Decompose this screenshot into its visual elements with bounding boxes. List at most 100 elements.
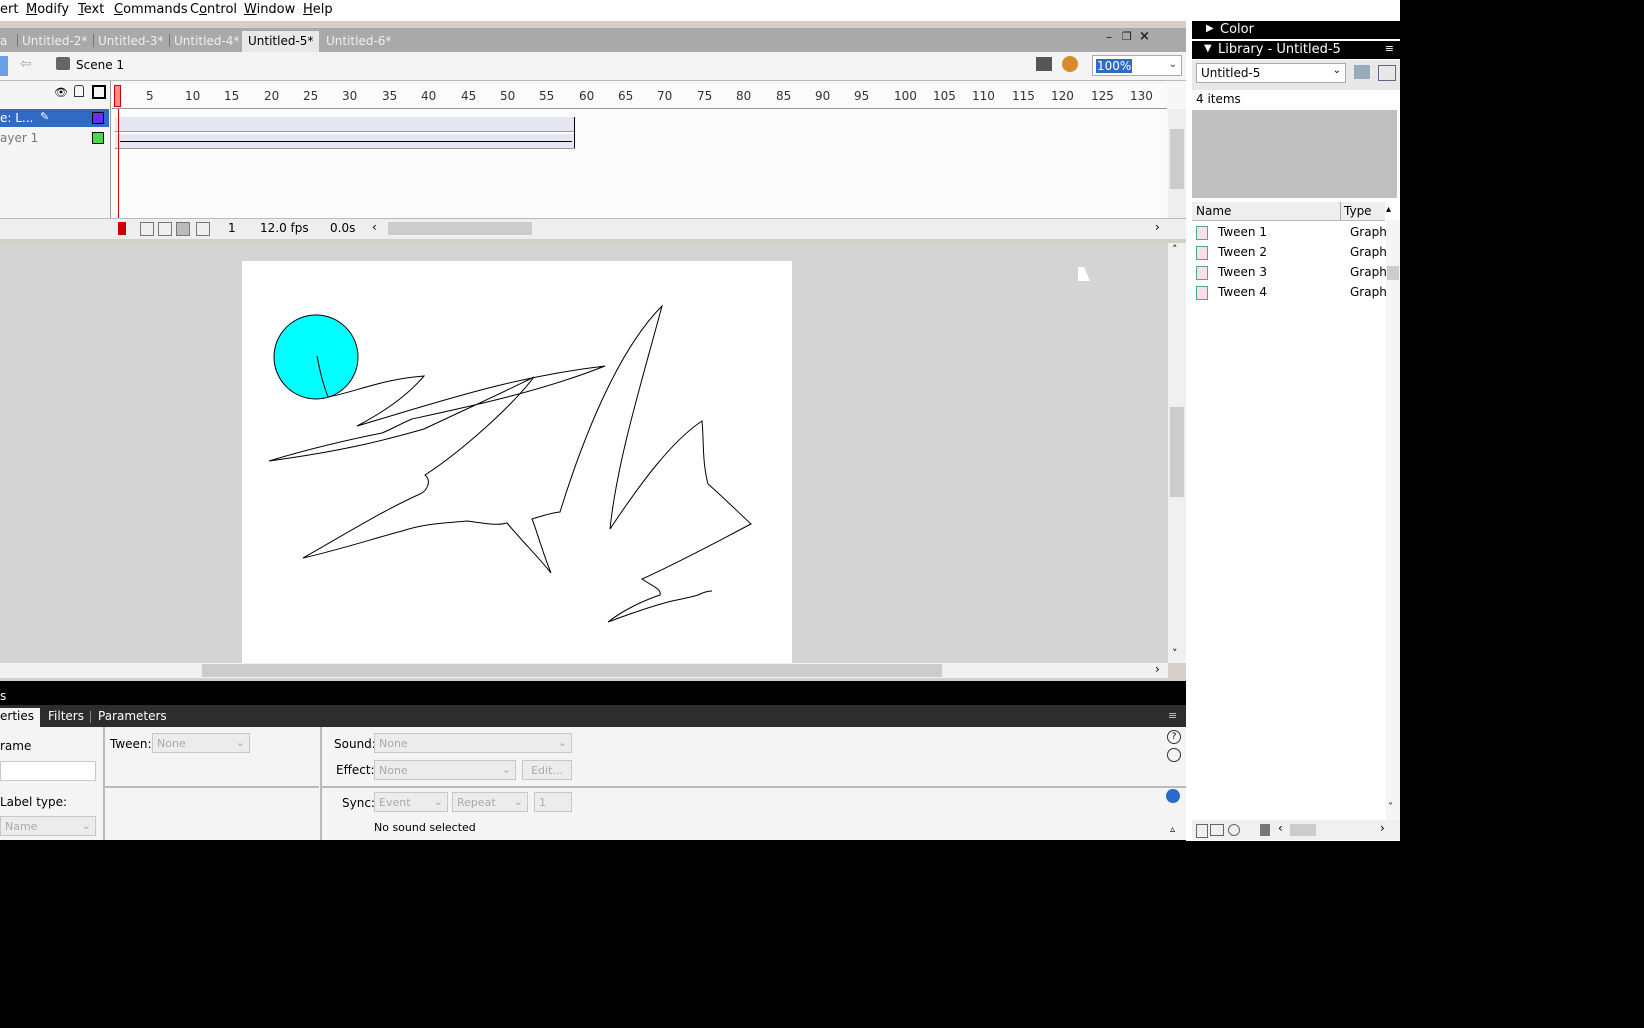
chevron-left-icon[interactable]: ‹	[372, 220, 377, 234]
panel-options-icon[interactable]: ≡	[1168, 709, 1177, 722]
name-column-header[interactable]: Name	[1196, 204, 1231, 218]
timeline-vscroll[interactable]	[1168, 109, 1186, 218]
edit-scene-icon[interactable]	[1036, 57, 1052, 71]
menu-item[interactable]: ert	[0, 2, 18, 17]
chevron-right-icon[interactable]: ›	[1155, 662, 1160, 676]
library-document-select[interactable]: Untitled-5 ⌄	[1196, 63, 1346, 83]
layer-row[interactable]: ayer 1	[0, 129, 109, 147]
delete-icon[interactable]	[1260, 824, 1270, 836]
label-type-select[interactable]: Name ⌄	[0, 816, 96, 836]
tab-properties[interactable]: erties	[0, 708, 40, 727]
new-library-panel-icon[interactable]	[1378, 65, 1396, 81]
chevron-up-icon[interactable]: ˄	[1172, 243, 1178, 256]
menu-item[interactable]: Commands	[114, 2, 188, 17]
frame-name-input[interactable]	[0, 761, 96, 781]
onion-skin-icon[interactable]	[140, 222, 154, 236]
minimize-icon[interactable]: –	[1106, 30, 1112, 44]
chevron-down-icon[interactable]: ⌄	[1169, 59, 1177, 70]
effect-label: Effect:	[336, 763, 375, 777]
zoom-value: 100%	[1096, 59, 1133, 73]
tab-untitled-4[interactable]: Untitled-4*	[174, 34, 239, 48]
type-column-header[interactable]: Type	[1344, 204, 1372, 218]
code-hint-icon[interactable]	[1167, 748, 1181, 762]
properties-icon[interactable]	[1228, 824, 1240, 836]
library-hscroll-thumb[interactable]	[1290, 824, 1316, 836]
menu-item[interactable]: Modify	[26, 2, 69, 17]
graphic-symbol-icon	[1196, 226, 1208, 240]
menu-item[interactable]: Window	[244, 2, 295, 17]
library-item-name: Tween 2	[1218, 245, 1267, 259]
menu-item[interactable]: Control	[190, 2, 237, 17]
tween-span-1[interactable]	[115, 117, 575, 132]
chevron-left-icon[interactable]: ‹	[1278, 821, 1283, 835]
library-vscroll[interactable]: ˅	[1386, 220, 1400, 820]
collapse-icon[interactable]: ▵	[1170, 824, 1175, 835]
frame-rate[interactable]: 12.0 fps	[260, 221, 309, 235]
tab-untitled-3[interactable]: Untitled-3*	[98, 34, 163, 48]
stage[interactable]	[242, 261, 792, 663]
tab-filters[interactable]: Filters	[48, 709, 84, 723]
scene-label[interactable]: Scene 1	[76, 58, 124, 72]
close-icon[interactable]: ×	[1139, 29, 1150, 44]
back-arrow-icon[interactable]: ⇦	[20, 56, 32, 72]
tab-untitled-5[interactable]: Untitled-5*	[242, 31, 320, 52]
layer-color-swatch[interactable]	[92, 132, 104, 144]
restore-icon[interactable]: ❐	[1122, 30, 1132, 43]
lock-icon[interactable]	[74, 85, 84, 97]
chevron-right-icon[interactable]: ›	[1380, 821, 1385, 835]
panel-options-icon[interactable]: ≡	[1385, 42, 1394, 55]
layer-row[interactable]: e: L... ✎	[0, 109, 109, 127]
chevron-down-icon[interactable]: ˅	[1172, 647, 1178, 660]
sync-select[interactable]: Event ⌄	[374, 792, 448, 812]
menu-item[interactable]: Help	[303, 2, 333, 17]
frames-area[interactable]	[112, 109, 1167, 221]
help-icon[interactable]: ?	[1167, 730, 1181, 744]
properties-title: s	[0, 689, 7, 703]
menu-item[interactable]: Text	[78, 2, 104, 17]
edit-symbols-icon[interactable]	[1062, 56, 1078, 72]
center-frame-icon[interactable]	[118, 222, 126, 235]
tab-parameters[interactable]: Parameters	[98, 709, 167, 723]
mouse-cursor-icon	[1078, 267, 1090, 281]
library-item[interactable]: Tween 1 Graph	[1192, 224, 1387, 244]
sort-order-icon[interactable]: ▴	[1386, 204, 1391, 215]
edit-multiple-frames-icon[interactable]	[176, 222, 190, 236]
new-folder-icon[interactable]	[1210, 824, 1224, 836]
stage-hscroll[interactable]: ›	[0, 662, 1168, 678]
effect-select[interactable]: None ⌄	[374, 760, 516, 780]
stage-vscroll[interactable]: ˄ ˅	[1168, 243, 1186, 663]
sound-select[interactable]: None ⌄	[374, 733, 572, 753]
library-item-name: Tween 4	[1218, 285, 1267, 299]
tween-select[interactable]: None ⌄	[152, 733, 250, 753]
timeline-hscroll-thumb[interactable]	[388, 222, 532, 235]
library-item[interactable]: Tween 4 Graph	[1192, 284, 1387, 304]
tab-untitled-2[interactable]: Untitled-2*	[22, 34, 87, 48]
layer-color-swatch[interactable]	[92, 112, 104, 124]
chevron-right-icon[interactable]: ›	[1155, 220, 1160, 234]
zoom-select[interactable]: 100% ⌄	[1092, 55, 1182, 76]
library-item[interactable]: Tween 3 Graph	[1192, 264, 1387, 284]
chevron-down-icon: ⌄	[81, 819, 91, 832]
chevron-down-icon[interactable]: ˅	[1388, 802, 1393, 813]
new-symbol-icon[interactable]	[1196, 824, 1208, 838]
outline-icon[interactable]	[92, 85, 106, 99]
frame-ruler[interactable]: 5 10 15 20 25 30 35 40 45 50 55 60 65 70 75 80 85 90 95 100…	[112, 84, 1167, 109]
eye-icon[interactable]: 👁	[54, 86, 68, 99]
back-icon[interactable]	[0, 56, 8, 76]
tab-untitled-6[interactable]: Untitled-6*	[326, 34, 391, 48]
playhead[interactable]	[114, 85, 121, 107]
onion-outline-icon[interactable]	[158, 222, 172, 236]
tab-a[interactable]: a	[0, 34, 7, 48]
modify-markers-icon[interactable]	[196, 222, 210, 236]
repeat-select[interactable]: Repeat ⌄	[452, 792, 528, 812]
library-item[interactable]: Tween 2 Graph	[1192, 244, 1387, 264]
repeat-count-input[interactable]: 1	[534, 792, 572, 812]
color-panel-header[interactable]: ▶ Color	[1192, 21, 1400, 39]
accessibility-icon[interactable]	[1166, 789, 1180, 803]
chevron-down-icon: ⌄	[235, 736, 245, 749]
library-panel-header[interactable]: ▼ Library - Untitled-5 ≡	[1192, 41, 1400, 59]
cyan-circle[interactable]	[273, 314, 359, 400]
label-type-value: Name	[5, 820, 38, 833]
pin-library-icon[interactable]	[1354, 65, 1370, 79]
edit-effect-button[interactable]: Edit...	[522, 760, 572, 780]
